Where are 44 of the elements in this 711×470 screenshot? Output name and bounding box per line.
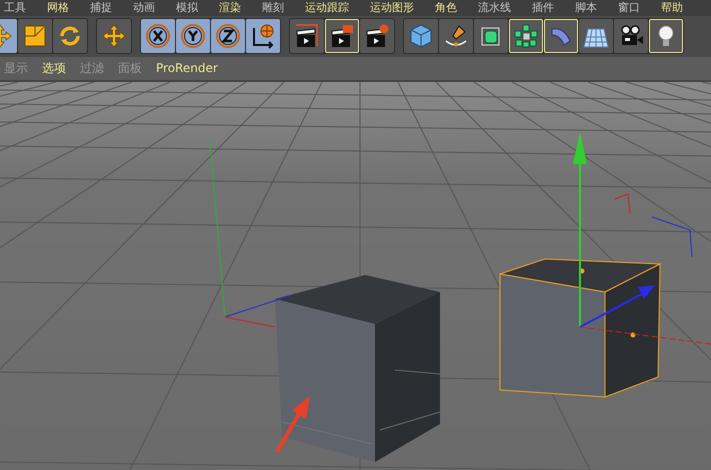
toolbar-button[interactable] — [325, 19, 359, 54]
toolbar-button[interactable] — [544, 19, 578, 54]
menu-item[interactable]: 流水线 — [478, 1, 511, 14]
globe-axes-icon — [250, 23, 276, 50]
menu-item[interactable]: 窗口 — [618, 1, 640, 14]
z-axis-icon — [215, 23, 241, 50]
toolbar-button[interactable] — [439, 19, 473, 54]
toolbar-button[interactable] — [649, 19, 683, 54]
x-axis-icon — [145, 23, 171, 50]
clapperboard-icon — [329, 23, 355, 50]
menu-item[interactable]: 动画 — [133, 1, 155, 14]
move-arrows-icon — [101, 23, 127, 50]
toolbar-button[interactable] — [141, 19, 175, 54]
menu-item[interactable]: 脚本 — [575, 1, 597, 14]
menu-item[interactable]: 运动跟踪 — [305, 1, 349, 14]
y-axis-icon — [180, 23, 206, 50]
selected-cube[interactable] — [500, 258, 662, 398]
menu-item[interactable]: 运动图形 — [370, 1, 414, 14]
menu-item[interactable]: 网格 — [47, 1, 69, 14]
toolbar-button[interactable] — [509, 19, 543, 54]
viewport-menu-item[interactable]: 选项 — [42, 60, 66, 77]
menu-item[interactable]: 捕捉 — [90, 1, 112, 14]
clapperboard-icon — [294, 23, 320, 50]
menu-item[interactable]: 渲染 — [219, 1, 241, 14]
menu-item[interactable]: 工具 — [4, 1, 26, 14]
menu-item[interactable]: 雕刻 — [262, 1, 284, 14]
toolbar-button[interactable] — [246, 19, 280, 54]
viewport-menu-item[interactable]: ProRender — [156, 61, 218, 76]
menu-item[interactable]: 角色 — [435, 1, 457, 14]
cube-icon — [408, 23, 434, 50]
scale-icon — [22, 23, 48, 50]
menu-item[interactable]: 帮助 — [661, 1, 683, 14]
toolbar-button[interactable] — [176, 19, 210, 54]
toolbar-button[interactable] — [474, 19, 508, 54]
move-handle-gizmo[interactable] — [573, 132, 711, 344]
cube-cluster-icon — [513, 23, 539, 50]
annotation-arrow — [275, 396, 310, 453]
toolbar-button[interactable] — [614, 19, 648, 54]
menu-item[interactable]: 插件 — [532, 1, 554, 14]
menu-item[interactable]: 模拟 — [176, 1, 198, 14]
toolbar-button[interactable] — [211, 19, 245, 54]
toolbar-button[interactable] — [290, 19, 324, 54]
toolbar-button[interactable] — [360, 19, 394, 54]
pen-nib-icon — [443, 23, 469, 50]
